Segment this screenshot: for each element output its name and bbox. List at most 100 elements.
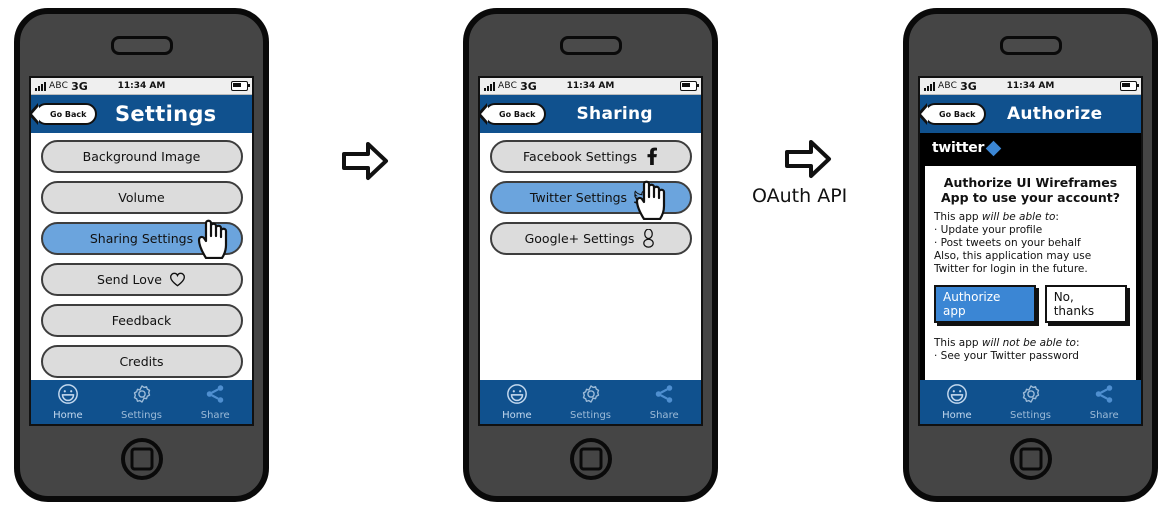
status-bar: ABC 3G 11:34 AM — [480, 78, 701, 95]
smiley-face-icon — [57, 383, 79, 409]
share-nodes-icon — [1093, 383, 1115, 409]
home-button[interactable] — [569, 438, 612, 480]
screen-sharing: ABC 3G 11:34 AM Go Back Sharing Facebook… — [478, 76, 703, 426]
phone-speaker-icon — [999, 36, 1062, 55]
right-arrow-icon — [341, 139, 389, 183]
intro-colon: : — [1075, 337, 1080, 349]
twitter-wordmark: twitter — [932, 140, 985, 156]
phone-mockup-sharing: ABC 3G 11:34 AM Go Back Sharing Facebook… — [463, 8, 718, 502]
list-item-twitter-settings[interactable]: Twitter Settings — [489, 181, 692, 214]
twitter-bird-icon — [634, 190, 652, 205]
status-bar: ABC 3G 11:34 AM — [31, 78, 252, 95]
list-item-label: Feedback — [111, 313, 172, 328]
dialog-heading: Authorize UI Wireframes App to use your … — [934, 175, 1127, 205]
tab-home[interactable]: Home — [31, 383, 105, 421]
tab-settings[interactable]: Settings — [554, 383, 628, 421]
intro-colon: : — [1055, 211, 1059, 223]
tab-share[interactable]: Share — [627, 383, 701, 421]
twitter-diamond-icon — [985, 140, 1002, 156]
list-item-sharing-settings[interactable]: Sharing Settings — [40, 222, 243, 255]
list-item-label: Facebook Settings — [523, 149, 637, 164]
twitter-brand-bar: twitter — [920, 133, 1141, 163]
list-item-label: Background Image — [82, 149, 201, 164]
list-item-send-love[interactable]: Send Love — [40, 263, 243, 296]
tab-settings[interactable]: Settings — [994, 383, 1068, 421]
tab-home[interactable]: Home — [480, 383, 554, 421]
tab-settings[interactable]: Settings — [105, 383, 179, 421]
clock-label: 11:34 AM — [566, 81, 615, 91]
screen-authorize: ABC 3G 11:34 AM Go Back Authorize twitte… — [918, 76, 1143, 426]
authorize-body: Authorize UI Wireframes App to use your … — [920, 163, 1141, 380]
screen-settings: ABC 3G 11:34 AM Go Back Settings Backgro… — [29, 76, 254, 426]
settings-list: Background Image Volume Sharing Settings… — [31, 133, 252, 380]
authorize-dialog: Authorize UI Wireframes App to use your … — [925, 166, 1136, 380]
tab-label: Home — [942, 410, 972, 421]
intro-plain: This app — [934, 337, 982, 349]
go-back-button[interactable]: Go Back — [484, 103, 547, 125]
clock-label: 11:34 AM — [117, 81, 166, 91]
permissions-denied-block: This app will not be able to: · See your… — [934, 337, 1127, 363]
smiley-face-icon — [946, 383, 968, 409]
smiley-face-icon — [506, 383, 528, 409]
go-back-button[interactable]: Go Back — [35, 103, 98, 125]
list-item-background-image[interactable]: Background Image — [40, 140, 243, 173]
list-item-label: Volume — [118, 190, 165, 205]
home-button[interactable] — [1009, 438, 1052, 480]
dialog-button-row: Authorize app No, thanks — [934, 285, 1127, 323]
clock-label: 11:34 AM — [1006, 81, 1055, 91]
list-item-googleplus-settings[interactable]: Google+ Settings — [489, 222, 692, 255]
list-item-label: Google+ Settings — [524, 231, 635, 246]
permissions-allowed-block: This app will be able to: · Update your … — [934, 211, 1127, 276]
go-back-button[interactable]: Go Back — [924, 103, 987, 125]
battery-icon — [231, 81, 250, 91]
no-thanks-button[interactable]: No, thanks — [1044, 285, 1127, 323]
permission-item: · Update your profile — [934, 224, 1043, 236]
googleplus-icon — [641, 229, 656, 248]
home-button[interactable] — [120, 438, 163, 480]
dialog-heading-line1: Authorize UI Wireframes — [943, 175, 1118, 190]
nav-bar: Go Back Authorize — [920, 95, 1141, 133]
gear-icon — [1020, 383, 1042, 409]
tab-bar: Home Settings Share — [920, 380, 1141, 424]
nav-bar: Go Back Settings — [31, 95, 252, 133]
dialog-heading-line2: App to use your account? — [940, 190, 1121, 205]
tab-label: Settings — [1010, 410, 1052, 421]
intro-emphasis: will be able to — [981, 211, 1056, 223]
tab-home[interactable]: Home — [920, 383, 994, 421]
list-item-label: Send Love — [97, 272, 162, 287]
tab-label: Home — [502, 410, 532, 421]
list-item-credits[interactable]: Credits — [40, 345, 243, 378]
list-item-volume[interactable]: Volume — [40, 181, 243, 214]
right-arrow-icon — [784, 137, 832, 181]
denied-item: · See your Twitter password — [934, 350, 1079, 362]
page-title: Sharing — [576, 104, 653, 124]
battery-icon — [680, 81, 699, 91]
list-item-feedback[interactable]: Feedback — [40, 304, 243, 337]
heart-icon — [169, 272, 186, 287]
sharing-list: Facebook Settings Twitter Settings Googl… — [480, 133, 701, 380]
tab-label: Settings — [570, 410, 612, 421]
list-item-label: Credits — [119, 354, 164, 369]
authorize-app-button[interactable]: Authorize app — [934, 285, 1036, 323]
list-item-label: Sharing Settings — [89, 231, 194, 246]
intro-plain: This app — [934, 211, 982, 223]
battery-icon — [1120, 81, 1139, 91]
share-nodes-icon — [653, 383, 675, 409]
tab-label: Share — [200, 410, 230, 421]
permissions-also-note: Also, this application may use Twitter f… — [934, 250, 1092, 275]
tab-label: Share — [1089, 410, 1119, 421]
nav-bar: Go Back Sharing — [480, 95, 701, 133]
phone-speaker-icon — [559, 36, 622, 55]
page-title: Authorize — [1006, 104, 1103, 124]
page-title: Settings — [114, 102, 217, 126]
intro-emphasis: will not be able to — [981, 337, 1076, 349]
list-item-facebook-settings[interactable]: Facebook Settings — [489, 140, 692, 173]
tab-share[interactable]: Share — [1067, 383, 1141, 421]
phone-mockup-settings: ABC 3G 11:34 AM Go Back Settings Backgro… — [14, 8, 269, 502]
phone-speaker-icon — [110, 36, 173, 55]
connector-label-oauth-api: OAuth API — [752, 185, 848, 207]
permission-item: · Post tweets on your behalf — [934, 237, 1081, 249]
share-nodes-icon — [204, 383, 226, 409]
tab-share[interactable]: Share — [178, 383, 252, 421]
phone-mockup-authorize: ABC 3G 11:34 AM Go Back Authorize twitte… — [903, 8, 1158, 502]
